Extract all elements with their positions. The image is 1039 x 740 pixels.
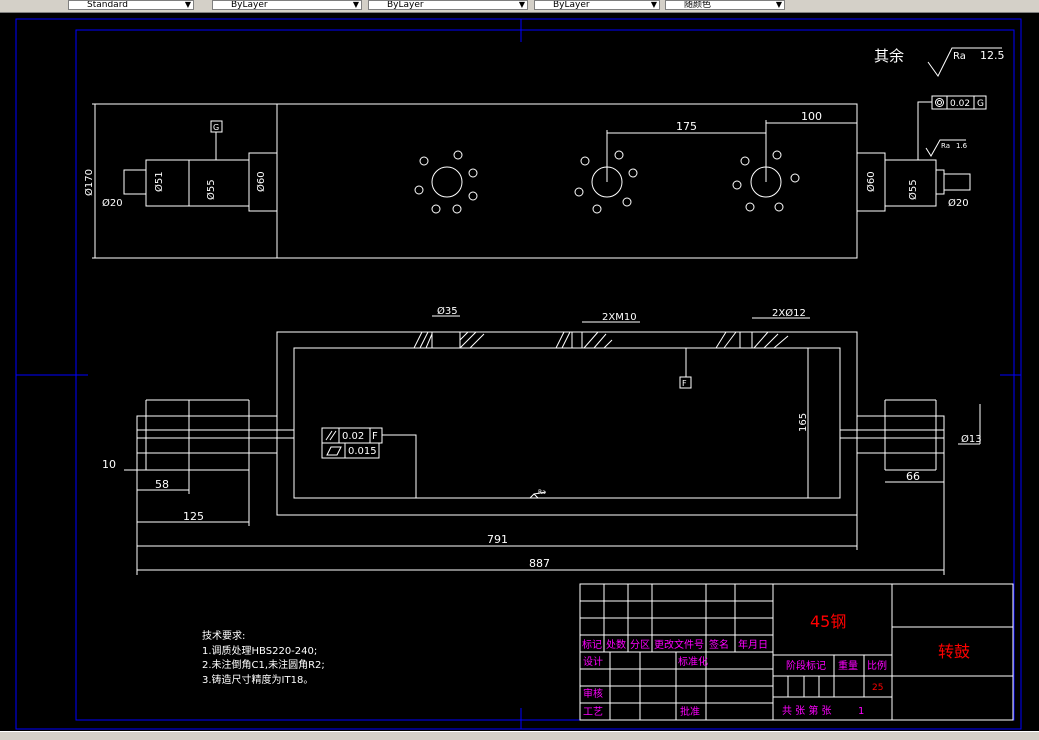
lineweight-combo[interactable]: ByLayer ▼ bbox=[534, 0, 660, 10]
label-weight: 重量 bbox=[838, 659, 858, 672]
text-style-value: Standard bbox=[87, 0, 128, 10]
dim-d55-right: Ø55 bbox=[907, 179, 919, 200]
label-stage: 阶段标记 bbox=[786, 659, 826, 672]
properties-toolbar: Standard ▼ ByLayer ▼ ByLayer ▼ ByLayer ▼… bbox=[0, 0, 1039, 13]
drawing-canvas[interactable]: 其余 Ra 12.5 Ø170 Ø20 Ø51 Ø55 Ø60 Ø60 Ø55 … bbox=[0, 13, 1039, 731]
flatness-icon bbox=[326, 446, 342, 456]
dim-d12: 2XØ12 bbox=[772, 307, 806, 319]
parallel-tolerance: 0.02 bbox=[342, 431, 364, 442]
parallelism-icon bbox=[325, 430, 337, 441]
section-outer bbox=[276, 331, 858, 516]
label-scale: 比例 bbox=[867, 659, 887, 672]
part-name: 转鼓 bbox=[938, 642, 970, 661]
tech-note-2: 2.未注倒角C1,未注圆角R2; bbox=[202, 658, 325, 671]
label-standard: 标准化 bbox=[678, 655, 708, 668]
chevron-down-icon: ▼ bbox=[775, 0, 782, 9]
roughness-other: 其余 Ra 12.5 bbox=[874, 47, 1005, 77]
dim-d20-right: Ø20 bbox=[948, 197, 969, 209]
datum-f: F bbox=[682, 379, 687, 388]
dim-d170: Ø170 bbox=[83, 169, 95, 196]
roughness-value: 12.5 bbox=[980, 49, 1005, 62]
dim-d35: Ø35 bbox=[437, 305, 458, 317]
dim-66: 66 bbox=[906, 470, 920, 483]
roughness-value2: 1.6 bbox=[956, 142, 968, 150]
roughness-ra: Ra bbox=[953, 51, 966, 62]
dim-d13: Ø13 bbox=[961, 433, 982, 445]
label-process: 工艺 bbox=[583, 706, 603, 718]
roughness-ra3: Ra bbox=[538, 489, 546, 496]
outer-frame bbox=[15, 18, 1022, 730]
chevron-down-icon: ▼ bbox=[352, 0, 359, 9]
dim-100: 100 bbox=[801, 110, 822, 123]
header-zone: 分区 bbox=[630, 639, 650, 651]
flatness-tolerance: 0.015 bbox=[348, 446, 377, 457]
header-change-doc: 更改文件号 bbox=[654, 638, 704, 651]
section-view bbox=[136, 331, 945, 516]
top-view bbox=[92, 103, 971, 259]
dim-thread: 2XM10 bbox=[602, 312, 637, 323]
tech-note-1: 1.调质处理HBS220-240; bbox=[202, 645, 317, 657]
scale-value: 25 bbox=[872, 683, 883, 693]
label-sheets: 共 张 第 张 bbox=[782, 704, 832, 717]
dim-d20-left: Ø20 bbox=[102, 197, 123, 209]
dim-d51: Ø51 bbox=[153, 171, 165, 192]
centering-marks bbox=[16, 19, 1021, 729]
linetype-value: ByLayer bbox=[387, 0, 424, 10]
dim-165: 165 bbox=[798, 413, 809, 432]
other-label: 其余 bbox=[874, 47, 904, 65]
dim-791: 791 bbox=[487, 533, 508, 546]
header-mark: 标记 bbox=[582, 639, 602, 651]
chevron-down-icon: ▼ bbox=[650, 0, 657, 9]
header-count: 处数 bbox=[606, 638, 626, 651]
label-review: 审核 bbox=[583, 687, 603, 700]
lineweight-value: ByLayer bbox=[553, 0, 590, 10]
tech-notes-title: 技术要求: bbox=[202, 629, 245, 642]
dim-58: 58 bbox=[155, 478, 169, 491]
coax-tolerance: 0.02 bbox=[950, 99, 970, 109]
color-value: 随颜色 bbox=[684, 0, 712, 10]
layer-combo[interactable]: ByLayer ▼ bbox=[212, 0, 362, 10]
dim-d55-left: Ø55 bbox=[205, 179, 217, 200]
inner-frame bbox=[75, 29, 1015, 721]
drum-body bbox=[276, 103, 858, 259]
dim-10: 10 bbox=[102, 458, 116, 471]
section-dims: Ø35 2XM10 2XØ12 165 F 0.02 F 0.015 Ra Ø1… bbox=[102, 305, 982, 575]
tech-notes: 技术要求: 1.调质处理HBS220-240; 2.未注倒角C1,未注圆角R2;… bbox=[202, 629, 325, 686]
header-sign: 签名 bbox=[709, 638, 729, 651]
top-view-dims: Ø170 Ø20 Ø51 Ø55 Ø60 Ø60 Ø55 Ø20 G 175 1… bbox=[83, 95, 987, 209]
dim-d60-right: Ø60 bbox=[865, 171, 877, 192]
coax-datum: G bbox=[977, 99, 984, 109]
linetype-combo[interactable]: ByLayer ▼ bbox=[368, 0, 528, 10]
datum-g-left: G bbox=[213, 123, 219, 132]
section-inner bbox=[293, 347, 841, 499]
dim-d60-left: Ø60 bbox=[255, 171, 267, 192]
color-combo[interactable]: 随颜色 ▼ bbox=[665, 0, 785, 10]
layer-value: ByLayer bbox=[231, 0, 268, 10]
chevron-down-icon: ▼ bbox=[518, 0, 525, 9]
chevron-down-icon: ▼ bbox=[184, 0, 191, 9]
material: 45钢 bbox=[810, 612, 846, 631]
section-hatch bbox=[413, 331, 789, 349]
sheet-number: 1 bbox=[858, 706, 864, 717]
dim-175: 175 bbox=[676, 120, 697, 133]
coaxiality-icon bbox=[935, 98, 944, 107]
header-date: 年月日 bbox=[738, 638, 768, 651]
dim-887: 887 bbox=[529, 557, 550, 570]
parallel-datum: F bbox=[372, 431, 378, 442]
tech-note-3: 3.铸造尺寸精度为IT18。 bbox=[202, 673, 313, 686]
text-style-combo[interactable]: Standard ▼ bbox=[68, 0, 194, 10]
dim-125: 125 bbox=[183, 510, 204, 523]
label-approve: 批准 bbox=[680, 705, 700, 718]
roughness-ra2: Ra bbox=[941, 142, 950, 150]
label-design: 设计 bbox=[583, 655, 603, 668]
